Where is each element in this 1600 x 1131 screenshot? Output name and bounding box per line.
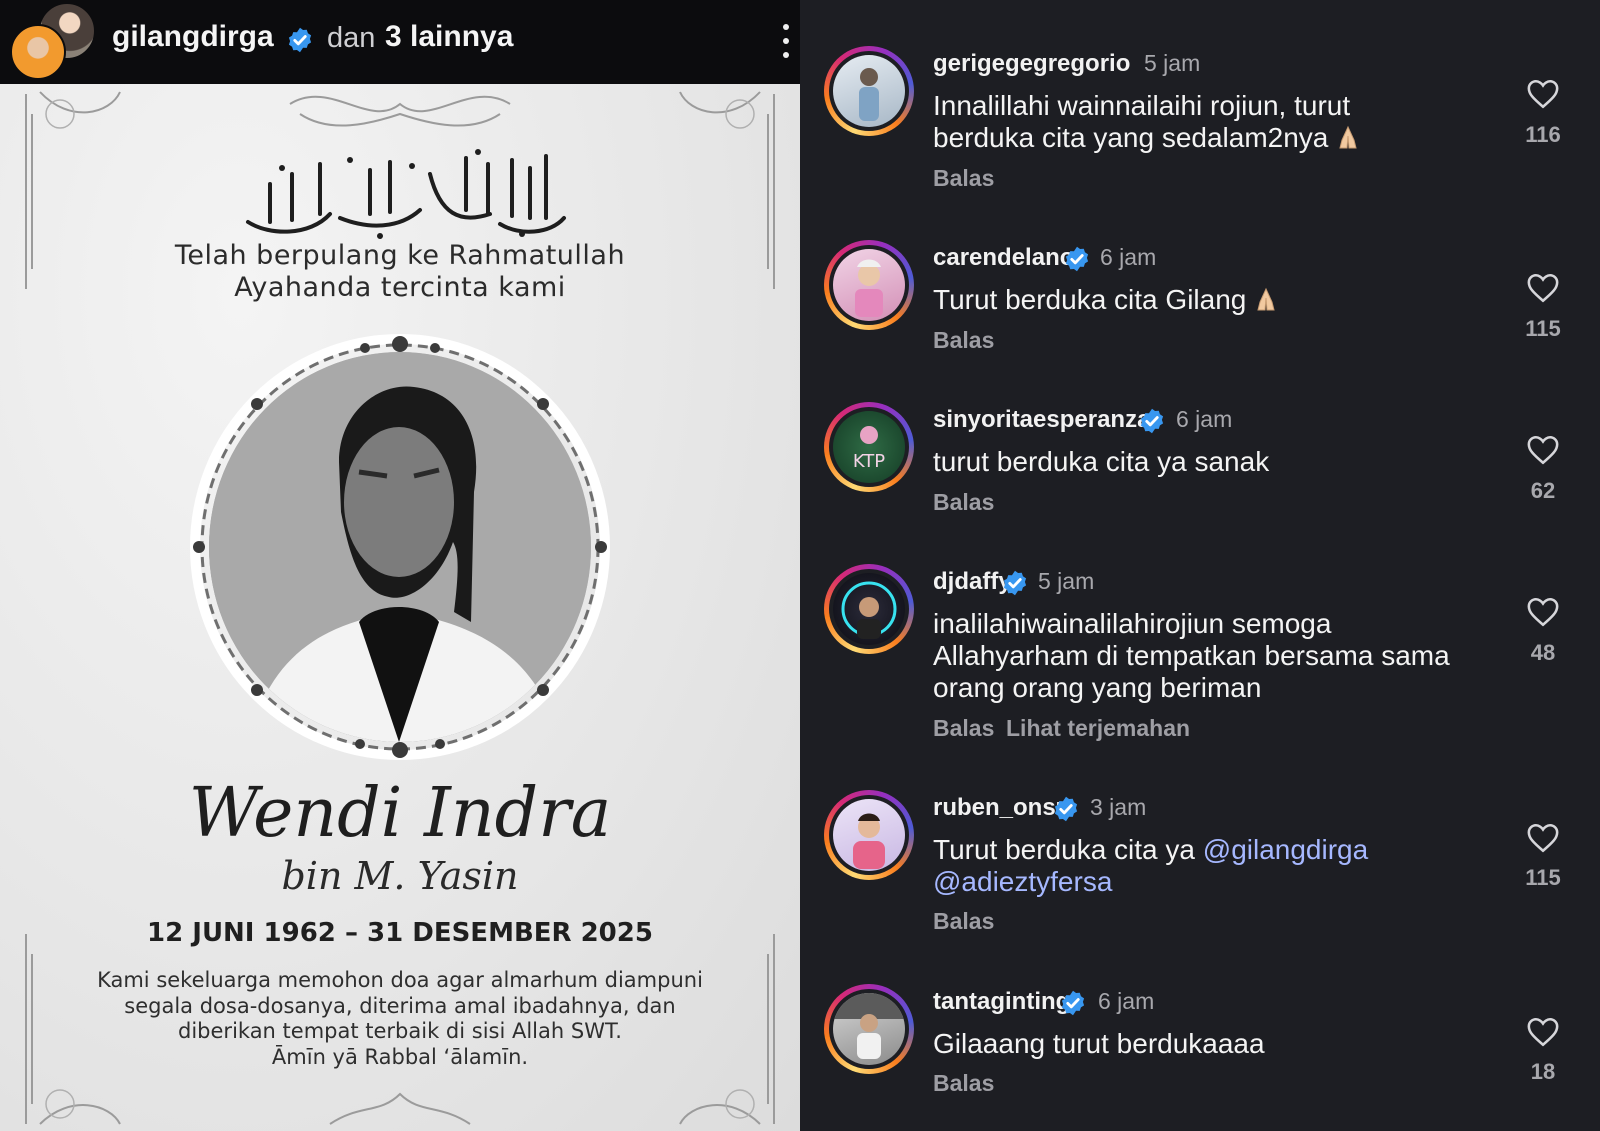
reply-button[interactable]: Balas [933, 1070, 994, 1097]
avatar[interactable] [824, 790, 914, 880]
heart-icon[interactable] [1526, 78, 1560, 110]
svg-text:KTP: KTP [853, 451, 885, 472]
heart-icon[interactable] [1526, 822, 1560, 854]
comment-text-line: @adieztyfersa [933, 866, 1493, 898]
prayer-text: Kami sekeluarga memohon doa agar almarhu… [97, 968, 703, 992]
comments-panel: gerigegegregorio 5 jam Innalillahi wainn… [800, 0, 1600, 1131]
like-count: 115 [1525, 316, 1561, 341]
collab-others-prefix: dan [327, 22, 376, 54]
comment-text: inalilahiwainalilahirojiun semoga Allahy… [933, 608, 1493, 704]
comment-text-line: inalilahiwainalilahirojiun semoga [933, 608, 1332, 639]
comment-username[interactable]: djdaffy [933, 568, 1012, 596]
prayer-text: Āmīn yā Rabbal ‘ālamīn. [271, 1045, 529, 1069]
comment-text-line: Turut berduka cita ya @gilangdirga [933, 834, 1369, 865]
deceased-portrait-photo [209, 352, 591, 742]
heart-icon[interactable] [1526, 596, 1560, 628]
mention-link[interactable]: @adieztyfersa [933, 866, 1112, 897]
comment-time: 6 jam [1098, 988, 1155, 1014]
comment-time: 5 jam [1144, 50, 1201, 76]
memorial-card-image: Telah berpulang ke Rahmatullah Ayahanda … [0, 84, 800, 1131]
post-author-username[interactable]: gilangdirga [112, 20, 274, 54]
comment-username[interactable]: gerigegegregorio [933, 50, 1130, 78]
comment-time: 3 jam [1090, 794, 1147, 820]
post-panel: gilangdirga dan 3 lainnya Telah berpulan… [0, 0, 800, 1131]
praying-hands-icon [1257, 287, 1275, 311]
comment-username[interactable]: tantaginting [933, 988, 1070, 1016]
life-dates: 12 JUNI 1962 – 31 DESEMBER 2025 [147, 918, 653, 948]
collab-others-link[interactable]: 3 lainnya [385, 20, 513, 54]
verified-badge-icon [1054, 796, 1078, 822]
like-count: 62 [1530, 478, 1556, 503]
verified-badge-icon [288, 27, 312, 53]
comment-username[interactable]: sinyoritaesperanza [933, 406, 1150, 434]
reply-button[interactable]: Balas [933, 489, 994, 516]
comment-username[interactable]: ruben_onsu [933, 794, 1070, 822]
prayer-text: diberikan tempat terbaik di sisi Allah S… [178, 1019, 622, 1043]
like-count: 115 [1525, 865, 1561, 890]
comment-text-line: Allahyarham di tempatkan bersama sama [933, 640, 1450, 671]
reply-button[interactable]: Balas [933, 715, 994, 742]
see-translation-button[interactable]: Lihat terjemahan [1006, 715, 1190, 742]
comment-text: Turut berduka cita Gilang [933, 284, 1493, 316]
mention-link[interactable]: @gilangdirga [1203, 834, 1368, 865]
verified-badge-icon [1003, 570, 1027, 596]
avatar[interactable] [824, 46, 914, 136]
opener-text: Ayahanda tercinta kami [234, 272, 566, 303]
heart-icon[interactable] [1526, 434, 1560, 466]
opener-text: Telah berpulang ke Rahmatullah [174, 240, 626, 271]
comment-text-line: Innalillahi wainnailaihi rojiun, turut [933, 90, 1351, 121]
comment-time: 6 jam [1100, 244, 1157, 270]
arabic-calligraphy-image [246, 149, 566, 239]
post-header: gilangdirga dan 3 lainnya [0, 0, 800, 84]
heart-icon[interactable] [1526, 272, 1560, 304]
avatar[interactable] [824, 240, 914, 330]
reply-button[interactable]: Balas [933, 327, 994, 354]
avatar[interactable]: KTP [824, 402, 914, 492]
verified-badge-icon [1140, 408, 1164, 434]
comment-time: 6 jam [1176, 406, 1233, 432]
more-options-icon[interactable] [780, 24, 792, 58]
comment-username[interactable]: carendelano [933, 244, 1074, 272]
deceased-name: Wendi Indra [188, 774, 612, 853]
like-count: 18 [1530, 1059, 1556, 1084]
avatar[interactable] [824, 984, 914, 1074]
reply-button[interactable]: Balas [933, 165, 994, 192]
comment-text-line: orang orang yang beriman [933, 672, 1262, 703]
comment-text: Turut berduka cita ya @gilangdirga @adie… [933, 834, 1493, 898]
comment-text: Gilaaang turut berdukaaaa [933, 1028, 1265, 1059]
avatar [10, 24, 66, 80]
collab-avatars[interactable] [10, 2, 96, 80]
avatar[interactable] [824, 564, 914, 654]
verified-badge-icon [1061, 990, 1085, 1016]
verified-badge-icon [1065, 246, 1089, 272]
portrait-frame [185, 332, 615, 762]
comment-text: Innalillahi wainnailaihi rojiun, turut b… [933, 90, 1493, 154]
reply-button[interactable]: Balas [933, 908, 994, 935]
comment-text-line: berduka cita yang sedalam2nya [933, 122, 1493, 154]
praying-hands-icon [1339, 125, 1358, 149]
prayer-text: segala dosa-dosanya, diterima amal ibada… [124, 994, 676, 1018]
heart-icon[interactable] [1526, 1016, 1560, 1048]
like-count: 116 [1525, 122, 1561, 147]
comment-time: 5 jam [1038, 568, 1095, 594]
comment-text: turut berduka cita ya sanak [933, 446, 1270, 477]
like-count: 48 [1530, 640, 1556, 665]
deceased-lineage: bin M. Yasin [281, 854, 519, 898]
